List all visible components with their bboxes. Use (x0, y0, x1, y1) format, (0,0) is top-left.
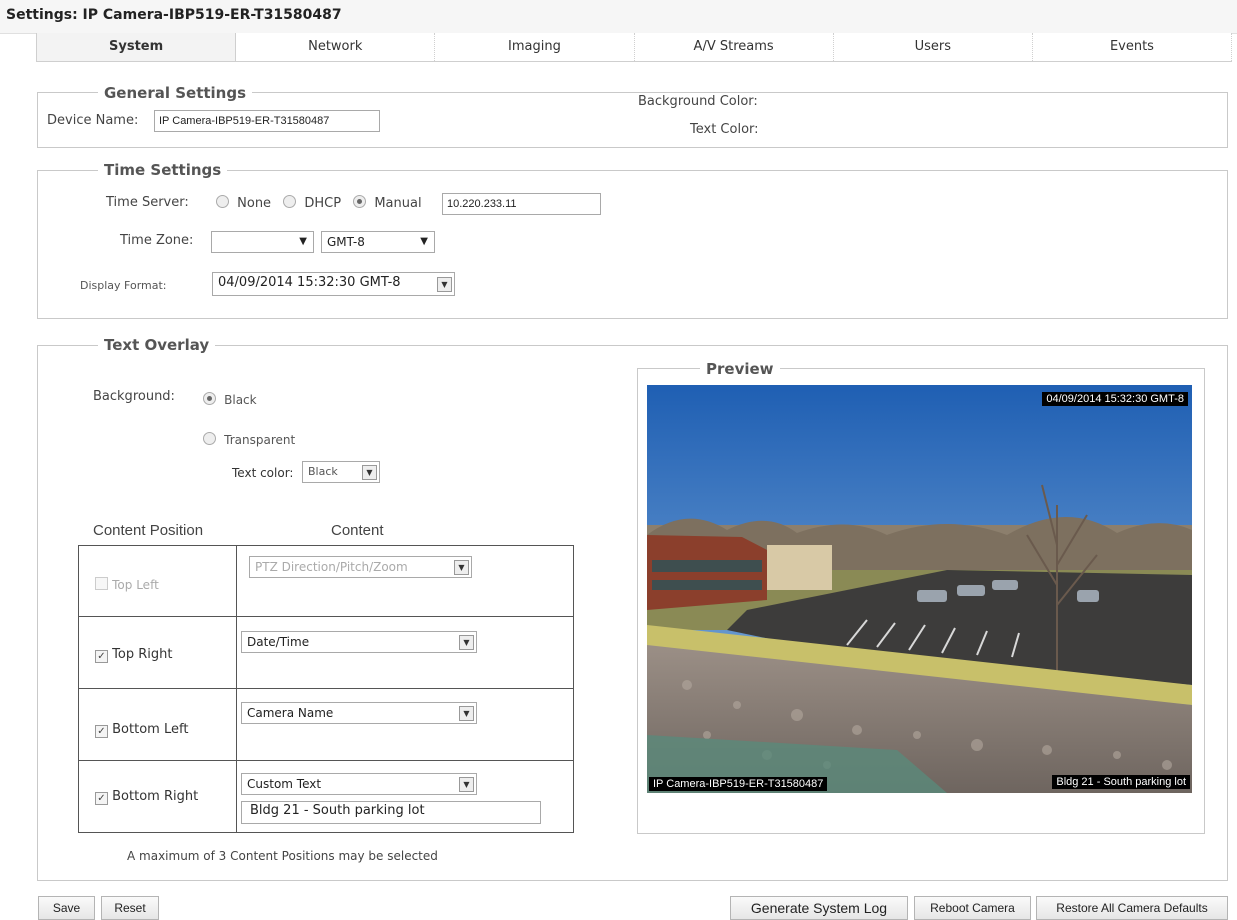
display-format-select[interactable]: 04/09/2014 15:32:30 GMT-8 ▼ (212, 272, 455, 296)
device-name-input[interactable]: IP Camera-IBP519-ER-T31580487 (154, 110, 380, 132)
time-server-label: Time Server: (106, 195, 189, 210)
tab-network[interactable]: Network (236, 33, 436, 61)
reset-button[interactable]: Reset (101, 896, 159, 920)
table-row (236, 688, 574, 761)
restore-defaults-button[interactable]: Restore All Camera Defaults (1036, 896, 1228, 920)
top-left-content-select[interactable]: PTZ Direction/Pitch/Zoom ▼ (249, 556, 472, 578)
top-right-content-value: Date/Time (247, 635, 310, 649)
content-header: Content (331, 522, 384, 539)
tab-imaging[interactable]: Imaging (435, 33, 635, 61)
bottom-right-content-value: Custom Text (247, 777, 322, 791)
preview-image: 04/09/2014 15:32:30 GMT-8 IP Camera-IBP5… (647, 385, 1192, 793)
tab-bar: System Network Imaging A/V Streams Users… (36, 33, 1233, 62)
text-overlay-legend: Text Overlay (98, 336, 216, 354)
generate-system-log-button[interactable]: Generate System Log (730, 896, 908, 920)
dropdown-arrow-icon: ▼ (459, 635, 474, 650)
radio-dhcp-label: DHCP (304, 196, 342, 211)
chevron-down-icon: ▼ (420, 236, 428, 247)
bottom-left-position: ✓ Bottom Left (95, 722, 188, 738)
save-button[interactable]: Save (38, 896, 95, 920)
tab-events[interactable]: Events (1032, 33, 1233, 61)
content-position-table: Top Left PTZ Direction/Pitch/Zoom ▼ ✓ To… (78, 545, 574, 833)
tab-av-streams[interactable]: A/V Streams (634, 33, 834, 61)
chevron-down-icon: ▼ (299, 236, 307, 247)
background-transparent-option: Transparent (203, 432, 295, 448)
bottom-right-label: Bottom Right (112, 789, 199, 804)
background-color-label: Background Color: (638, 94, 758, 109)
radio-manual[interactable] (353, 195, 367, 208)
dropdown-arrow-icon: ▼ (459, 777, 474, 792)
radio-black[interactable] (203, 392, 216, 405)
text-color-label: Text Color: (690, 122, 759, 137)
bottom-left-content-select[interactable]: Camera Name ▼ (241, 702, 477, 724)
top-right-checkbox[interactable]: ✓ (95, 650, 108, 663)
content-position-header: Content Position (93, 522, 204, 539)
preview-bottom-left-overlay: IP Camera-IBP519-ER-T31580487 (649, 777, 828, 791)
radio-black-label: Black (224, 393, 257, 407)
tab-system[interactable]: System (36, 33, 237, 61)
page-title: Settings: IP Camera-IBP519-ER-T31580487 (6, 7, 342, 23)
bottom-left-label: Bottom Left (112, 722, 189, 737)
overlay-text-color-value: Black (308, 465, 338, 478)
radio-transparent-label: Transparent (224, 433, 296, 447)
dropdown-arrow-icon: ▼ (437, 277, 452, 292)
bottom-right-position: ✓ Bottom Right (95, 789, 198, 805)
top-left-label: Top Left (112, 578, 159, 592)
background-black-option: Black (203, 392, 257, 408)
time-zone-select[interactable]: ▼ (211, 231, 314, 253)
time-zone-label: Time Zone: (120, 233, 194, 248)
background-label: Background: (93, 389, 175, 404)
time-server-options: None DHCP Manual (216, 195, 422, 211)
radio-transparent[interactable] (203, 432, 216, 445)
overlay-text-color-select[interactable]: Black ▼ (302, 461, 380, 483)
time-zone-offset-value: GMT-8 (327, 235, 365, 249)
radio-none[interactable] (216, 195, 229, 208)
top-right-content-select[interactable]: Date/Time ▼ (241, 631, 477, 653)
radio-none-label: None (237, 196, 272, 211)
reboot-camera-button[interactable]: Reboot Camera (914, 896, 1031, 920)
dropdown-arrow-icon: ▼ (459, 706, 474, 721)
dropdown-arrow-icon: ▼ (362, 465, 377, 480)
time-zone-offset-select[interactable]: GMT-8 ▼ (321, 231, 435, 253)
bottom-left-content-value: Camera Name (247, 706, 334, 720)
bottom-left-checkbox[interactable]: ✓ (95, 725, 108, 738)
device-name-label: Device Name: (47, 113, 139, 128)
bottom-right-content-select[interactable]: Custom Text ▼ (241, 773, 477, 795)
custom-text-input[interactable]: Bldg 21 - South parking lot (241, 801, 541, 824)
preview-top-right-overlay: 04/09/2014 15:32:30 GMT-8 (1042, 392, 1188, 406)
preview-bottom-right-overlay: Bldg 21 - South parking lot (1052, 775, 1190, 789)
display-format-label: Display Format: (80, 279, 167, 292)
radio-dhcp[interactable] (283, 195, 297, 208)
radio-manual-label: Manual (374, 196, 422, 211)
tab-users[interactable]: Users (833, 33, 1033, 61)
top-left-position: Top Left (95, 577, 159, 593)
top-right-label: Top Right (112, 647, 173, 662)
preview-legend: Preview (700, 360, 780, 378)
top-left-content-value: PTZ Direction/Pitch/Zoom (255, 560, 408, 574)
camera-snapshot (647, 385, 1192, 793)
general-settings-legend: General Settings (98, 84, 253, 102)
max-positions-note: A maximum of 3 Content Positions may be … (127, 849, 438, 863)
overlay-text-color-label: Text color: (232, 466, 294, 480)
time-server-input[interactable]: 10.220.233.11 (442, 193, 601, 215)
top-right-position: ✓ Top Right (95, 647, 172, 663)
top-left-checkbox[interactable] (95, 577, 108, 590)
time-settings-legend: Time Settings (98, 161, 228, 179)
display-format-value: 04/09/2014 15:32:30 GMT-8 (218, 275, 401, 290)
dropdown-arrow-icon: ▼ (454, 560, 469, 575)
bottom-right-checkbox[interactable]: ✓ (95, 792, 108, 805)
